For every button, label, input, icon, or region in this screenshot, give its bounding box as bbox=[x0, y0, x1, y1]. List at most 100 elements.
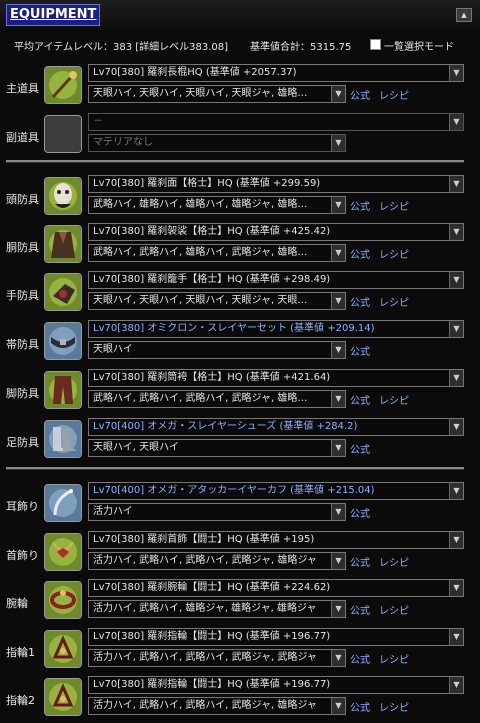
item-select[interactable]: Lv70[400] オメガ・アタッカーイヤーカフ (基準値 +215.04) ▼ bbox=[88, 482, 464, 500]
chevron-down-icon[interactable]: ▼ bbox=[449, 65, 463, 81]
recipe-link[interactable]: レシピ bbox=[379, 554, 409, 569]
materia-select[interactable]: マテリアなし ▼ bbox=[88, 134, 346, 152]
staff-icon[interactable] bbox=[44, 66, 82, 104]
chevron-down-icon[interactable]: ▼ bbox=[331, 504, 345, 520]
recipe-link[interactable]: レシピ bbox=[379, 392, 409, 407]
formula-link[interactable]: 公式 bbox=[350, 651, 370, 666]
formula-link[interactable]: 公式 bbox=[350, 441, 370, 456]
item-select[interactable]: － ▼ bbox=[88, 113, 464, 131]
materia-select[interactable]: 活力ハイ, 武略ハイ, 武略ハイ, 武略ジャ, 雄略ジャ ▼ bbox=[88, 697, 346, 715]
materia-select[interactable]: 活力ハイ, 武略ハイ, 武略ハイ, 武略ジャ, 武略ジャ ▼ bbox=[88, 649, 346, 667]
chevron-down-icon[interactable]: ▼ bbox=[331, 553, 345, 569]
chevron-down-icon[interactable]: ▼ bbox=[331, 245, 345, 261]
materia-select[interactable]: 武略ハイ, 雄略ハイ, 雄略ハイ, 雄略ジャ, 雄略… ▼ bbox=[88, 196, 346, 214]
chevron-down-icon[interactable]: ▼ bbox=[449, 629, 463, 645]
formula-link[interactable]: 公式 bbox=[350, 392, 370, 407]
formula-link[interactable]: 公式 bbox=[350, 505, 370, 520]
chevron-down-icon[interactable]: ▼ bbox=[449, 272, 463, 288]
materia-select[interactable]: 天眼ハイ, 天眼ハイ, 天眼ハイ, 天眼ジャ, 天眼… ▼ bbox=[88, 292, 346, 310]
item-select[interactable]: Lv70[380] 羅刹面【格士】HQ (基準値 +299.59) ▼ bbox=[88, 175, 464, 193]
chevron-down-icon[interactable]: ▼ bbox=[331, 135, 345, 151]
chevron-down-icon[interactable]: ▼ bbox=[449, 321, 463, 337]
chevron-down-icon[interactable]: ▼ bbox=[331, 342, 345, 358]
materia-select[interactable]: 活力ハイ, 武略ハイ, 雄略ジャ, 雄略ジャ, 雄略ジャ ▼ bbox=[88, 600, 346, 618]
item-select[interactable]: Lv70[380] 羅刹腕輪【闘士】HQ (基準値 +224.62) ▼ bbox=[88, 579, 464, 597]
necklace-icon[interactable] bbox=[44, 533, 82, 571]
boots-icon[interactable] bbox=[44, 420, 82, 458]
formula-link[interactable]: 公式 bbox=[350, 554, 370, 569]
equipment-slot: 主道具 Lv70[380] 羅刹長棍HQ (基準値 +2057.37) ▼ 天眼ハイ,… bbox=[0, 64, 480, 110]
chevron-down-icon[interactable]: ▼ bbox=[331, 650, 345, 666]
formula-link[interactable]: 公式 bbox=[350, 246, 370, 261]
recipe-link[interactable]: レシピ bbox=[379, 651, 409, 666]
item-select[interactable]: Lv70[380] 羅刹指輪【闘士】HQ (基準値 +196.77) ▼ bbox=[88, 676, 464, 694]
chevron-down-icon[interactable]: ▼ bbox=[449, 370, 463, 386]
materia-select[interactable]: 活力ハイ, 武略ハイ, 武略ハイ, 武略ジャ, 雄略ジャ ▼ bbox=[88, 552, 346, 570]
formula-link[interactable]: 公式 bbox=[350, 294, 370, 309]
materia-select[interactable]: 武略ハイ, 武略ハイ, 雄略ハイ, 武略ジャ, 雄略… ▼ bbox=[88, 244, 346, 262]
chevron-down-icon[interactable]: ▼ bbox=[331, 440, 345, 456]
list-select-mode-label[interactable]: 一覧選択モード bbox=[384, 38, 454, 53]
section-divider bbox=[6, 160, 464, 163]
item-select[interactable]: Lv70[380] オミクロン・スレイヤーセット (基準値 +209.14) ▼ bbox=[88, 320, 464, 338]
recipe-link[interactable]: レシピ bbox=[379, 699, 409, 714]
earring-icon[interactable] bbox=[44, 484, 82, 522]
materia-select[interactable]: 天眼ハイ, 天眼ハイ, 天眼ハイ, 天眼ジャ, 雄略… ▼ bbox=[88, 85, 346, 103]
recipe-link[interactable]: レシピ bbox=[379, 602, 409, 617]
chevron-down-icon[interactable]: ▼ bbox=[449, 419, 463, 435]
recipe-link[interactable]: レシピ bbox=[379, 198, 409, 213]
collapse-icon[interactable]: ▲ bbox=[456, 8, 472, 22]
pants-icon[interactable] bbox=[44, 371, 82, 409]
chevron-down-icon[interactable]: ▼ bbox=[449, 677, 463, 693]
recipe-link[interactable]: レシピ bbox=[379, 87, 409, 102]
materia-select-value: 武略ハイ, 雄略ハイ, 雄略ハイ, 雄略ジャ, 雄略… bbox=[93, 199, 308, 210]
item-select[interactable]: Lv70[400] オメガ・スレイヤーシューズ (基準値 +284.2) ▼ bbox=[88, 418, 464, 436]
materia-select[interactable]: 活力ハイ ▼ bbox=[88, 503, 346, 521]
chevron-down-icon[interactable]: ▼ bbox=[331, 197, 345, 213]
chevron-down-icon[interactable]: ▼ bbox=[449, 114, 463, 130]
chevron-down-icon[interactable]: ▼ bbox=[331, 293, 345, 309]
materia-select[interactable]: 武略ハイ, 武略ハイ, 武略ハイ, 武略ジャ, 雄略… ▼ bbox=[88, 390, 346, 408]
bracelet-icon[interactable] bbox=[44, 581, 82, 619]
item-select[interactable]: Lv70[380] 羅刹指輪【闘士】HQ (基準値 +196.77) ▼ bbox=[88, 628, 464, 646]
formula-link[interactable]: 公式 bbox=[350, 87, 370, 102]
item-select[interactable]: Lv70[380] 羅刹筒袴【格士】HQ (基準値 +421.64) ▼ bbox=[88, 369, 464, 387]
item-select-value: Lv70[400] オメガ・アタッカーイヤーカフ (基準値 +215.04) bbox=[93, 485, 375, 496]
recipe-link[interactable]: レシピ bbox=[379, 294, 409, 309]
chevron-down-icon[interactable]: ▼ bbox=[331, 391, 345, 407]
materia-select[interactable]: 天眼ハイ ▼ bbox=[88, 341, 346, 359]
chevron-down-icon[interactable]: ▼ bbox=[331, 698, 345, 714]
ring-icon[interactable] bbox=[44, 630, 82, 668]
item-select[interactable]: Lv70[380] 羅刹籠手【格士】HQ (基準値 +298.49) ▼ bbox=[88, 271, 464, 289]
formula-link[interactable]: 公式 bbox=[350, 198, 370, 213]
list-select-mode-checkbox[interactable] bbox=[370, 39, 381, 50]
slot-label: 帯防具 bbox=[6, 338, 39, 351]
formula-link[interactable]: 公式 bbox=[350, 699, 370, 714]
chevron-down-icon[interactable]: ▼ bbox=[449, 580, 463, 596]
robe-icon[interactable] bbox=[44, 225, 82, 263]
slot-label: 首飾り bbox=[6, 549, 39, 562]
equipment-slot: 脚防具 Lv70[380] 羅刹筒袴【格士】HQ (基準値 +421.64) ▼ 武略… bbox=[0, 369, 480, 415]
materia-select[interactable]: 天眼ハイ, 天眼ハイ ▼ bbox=[88, 439, 346, 457]
belt-icon[interactable] bbox=[44, 322, 82, 360]
gauntlet-icon[interactable] bbox=[44, 273, 82, 311]
ring-icon[interactable] bbox=[44, 678, 82, 716]
equipment-slot: 手防具 Lv70[380] 羅刹籠手【格士】HQ (基準値 +298.49) ▼ 天眼… bbox=[0, 271, 480, 317]
materia-select-value: 天眼ハイ, 天眼ハイ, 天眼ハイ, 天眼ジャ, 雄略… bbox=[93, 88, 308, 99]
mask-icon[interactable] bbox=[44, 177, 82, 215]
chevron-down-icon[interactable]: ▼ bbox=[449, 532, 463, 548]
equipment-title[interactable]: EQUIPMENT bbox=[6, 4, 101, 26]
chevron-down-icon[interactable]: ▼ bbox=[449, 483, 463, 499]
formula-link[interactable]: 公式 bbox=[350, 602, 370, 617]
chevron-down-icon[interactable]: ▼ bbox=[331, 601, 345, 617]
formula-link[interactable]: 公式 bbox=[350, 343, 370, 358]
section-divider bbox=[6, 467, 464, 470]
empty-slot-icon[interactable] bbox=[44, 115, 82, 153]
recipe-link[interactable]: レシピ bbox=[379, 246, 409, 261]
item-select[interactable]: Lv70[380] 羅刹袈裟【格士】HQ (基準値 +425.42) ▼ bbox=[88, 223, 464, 241]
chevron-down-icon[interactable]: ▼ bbox=[331, 86, 345, 102]
chevron-down-icon[interactable]: ▼ bbox=[449, 224, 463, 240]
item-select[interactable]: Lv70[380] 羅刹長棍HQ (基準値 +2057.37) ▼ bbox=[88, 64, 464, 82]
chevron-down-icon[interactable]: ▼ bbox=[449, 176, 463, 192]
item-select[interactable]: Lv70[380] 羅刹首飾【闘士】HQ (基準値 +195) ▼ bbox=[88, 531, 464, 549]
